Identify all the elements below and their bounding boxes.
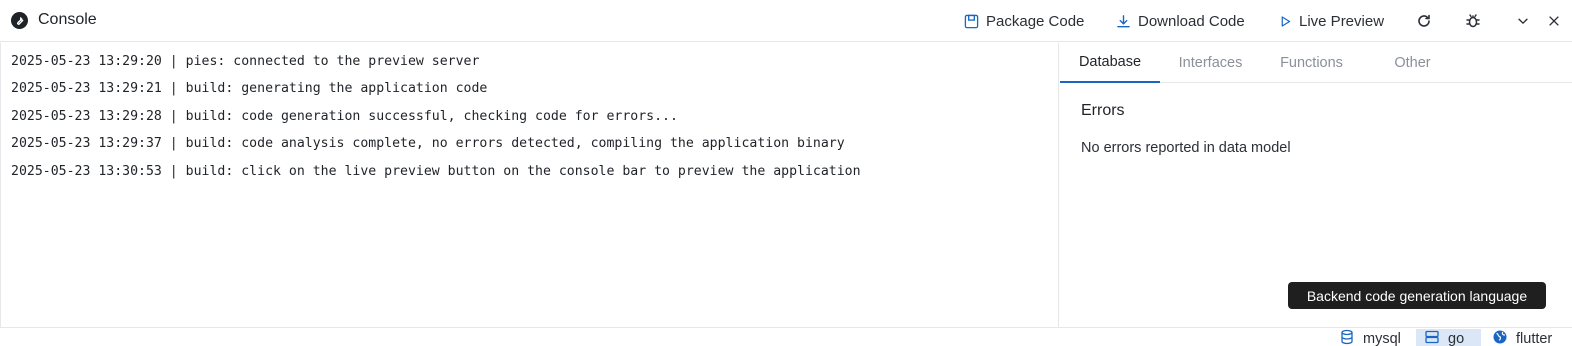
refresh-icon[interactable] <box>1414 11 1434 31</box>
live-preview-label: Live Preview <box>1299 12 1385 30</box>
package-icon <box>964 14 979 29</box>
database-label: mysql <box>1363 330 1401 346</box>
live-preview-button[interactable]: Live Preview <box>1279 11 1384 31</box>
tab-database[interactable]: Database <box>1060 43 1160 83</box>
console-toolbar: Console Package Code Download Code Live … <box>0 0 1572 42</box>
package-code-label: Package Code <box>986 12 1085 30</box>
close-icon[interactable] <box>1544 11 1564 31</box>
database-selector[interactable]: mysql <box>1331 329 1409 346</box>
download-code-button[interactable]: Download Code <box>1116 11 1245 31</box>
console-output[interactable]: 2025-05-23 13:29:20 | pies: connected to… <box>0 43 1059 327</box>
errors-message: No errors reported in data model <box>1081 140 1291 156</box>
panel-tabs: Database Interfaces Functions Other <box>1060 43 1572 83</box>
play-icon <box>1279 15 1292 28</box>
log-line: 2025-05-23 13:29:21 | build: generating … <box>11 81 488 96</box>
download-code-label: Download Code <box>1138 12 1245 30</box>
tab-other[interactable]: Other <box>1362 43 1463 83</box>
log-line: 2025-05-23 13:29:37 | build: code analys… <box>11 136 845 151</box>
globe-icon <box>1492 329 1508 346</box>
tab-functions[interactable]: Functions <box>1261 43 1362 83</box>
frontend-label: flutter <box>1516 330 1553 346</box>
status-bar: mysql go flutter <box>0 327 1572 346</box>
console-brand: Console <box>11 11 97 29</box>
log-line: 2025-05-23 13:30:53 | build: click on th… <box>11 164 861 179</box>
bug-icon[interactable] <box>1463 11 1483 31</box>
log-line: 2025-05-23 13:29:28 | build: code genera… <box>11 109 678 124</box>
log-line: 2025-05-23 13:29:20 | pies: connected to… <box>11 54 480 69</box>
errors-heading: Errors <box>1081 102 1125 119</box>
download-icon <box>1116 14 1131 29</box>
chevron-down-icon[interactable] <box>1513 11 1533 31</box>
backend-label: go <box>1448 330 1465 346</box>
tooltip: Backend code generation language <box>1288 282 1546 309</box>
package-code-button[interactable]: Package Code <box>964 11 1084 31</box>
tab-interfaces[interactable]: Interfaces <box>1160 43 1261 83</box>
frontend-selector[interactable]: flutter <box>1484 329 1560 346</box>
wrench-icon <box>11 11 28 29</box>
server-icon <box>1424 329 1440 346</box>
console-title: Console <box>38 11 97 28</box>
backend-language-selector[interactable]: go <box>1416 329 1481 346</box>
database-icon <box>1339 329 1355 346</box>
